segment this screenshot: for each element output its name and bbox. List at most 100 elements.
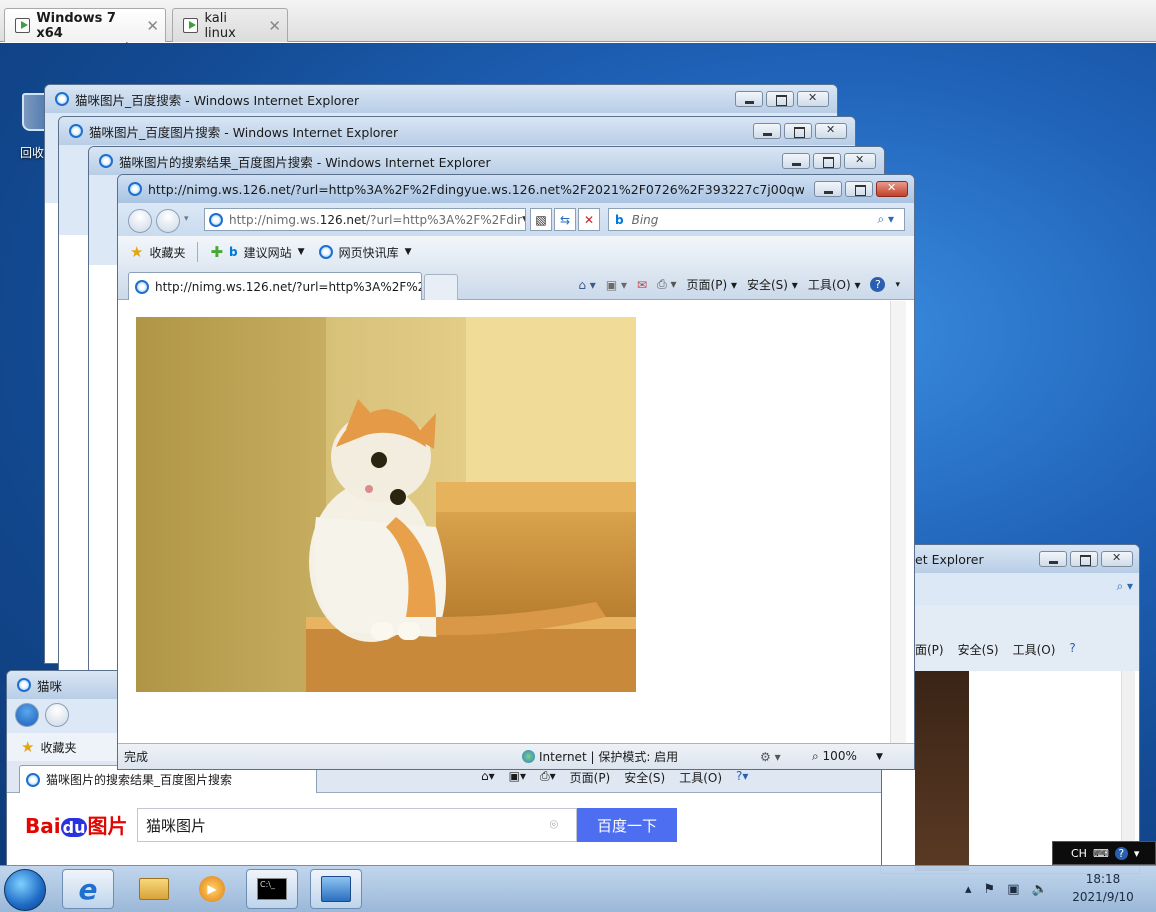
help-icon[interactable]: ? — [1114, 846, 1128, 860]
tab-current[interactable]: http://nimg.ws.126.net/?url=http%3A%2F%2… — [128, 272, 422, 300]
clock[interactable]: 18:18 2021/9/10 — [1068, 870, 1138, 906]
chevron-down-icon[interactable]: ▼ — [405, 247, 412, 257]
mail-icon[interactable]: ✉ — [637, 278, 647, 292]
feeds-icon[interactable]: ▣▾ — [509, 769, 526, 786]
help-icon[interactable]: ?▾ — [736, 769, 748, 786]
vertical-scrollbar[interactable] — [890, 301, 906, 744]
maximize-button[interactable] — [1070, 551, 1098, 567]
minimize-button[interactable] — [814, 181, 842, 197]
globe-icon — [522, 750, 535, 763]
start-button[interactable] — [4, 869, 46, 911]
taskbar-media-player-button[interactable]: ▶ — [186, 869, 238, 909]
safety-menu[interactable]: 安全(S) — [958, 641, 999, 658]
safety-menu[interactable]: 安全(S) ▾ — [747, 276, 798, 293]
add-favorites-icon[interactable]: ✚ — [210, 243, 223, 261]
camera-icon[interactable]: ⌾ — [550, 817, 558, 833]
new-tab-button[interactable] — [424, 274, 458, 300]
search-icon[interactable]: ⌕ ▾ — [877, 212, 894, 227]
vm-tab-kali[interactable]: kali linux ✕ — [172, 8, 288, 42]
vm-tab-windows7[interactable]: Windows 7 x64 ✕ — [4, 8, 166, 42]
help-icon[interactable]: ? — [870, 277, 886, 292]
taskbar-network-button[interactable] — [310, 869, 362, 909]
security-zone[interactable]: Internet | 保护模式: 启用 — [522, 748, 678, 765]
zoom-control[interactable]: ⌕ 100% — [812, 749, 857, 764]
ie-window-right[interactable]: et Explorer ⌕ ▾ 面(P) 安全(S) 工具(O) ? — [880, 544, 1140, 874]
favorites-button[interactable]: 收藏夹 — [149, 244, 185, 261]
zoom-dropdown[interactable]: ▼ — [876, 752, 883, 762]
taskbar-cmd-button[interactable]: C:\_ — [246, 869, 298, 909]
forward-button[interactable] — [45, 703, 69, 727]
close-button[interactable] — [1101, 551, 1133, 567]
page-menu[interactable]: 页面(P) — [570, 769, 611, 786]
baidu-search-area: Bai du 图片 猫咪图片 ⌾ 百度一下 — [7, 794, 877, 854]
address-bar[interactable]: http://nimg.ws. 126.net/?url=http%3A%2F%2… — [204, 208, 526, 231]
action-center-flag-icon[interactable]: ⚑ — [984, 882, 996, 897]
print-icon[interactable]: ⎙ ▾ — [657, 277, 676, 292]
recent-pages-dropdown[interactable]: ▾ — [184, 214, 189, 224]
safety-menu[interactable]: 安全(S) — [624, 769, 665, 786]
address-dropdown[interactable]: ▼ — [522, 215, 525, 225]
close-button[interactable] — [876, 181, 908, 197]
tools-menu[interactable]: 工具(O) — [679, 769, 722, 786]
search-icon[interactable]: ⌕ ▾ — [1116, 579, 1133, 594]
chevron-down-icon[interactable]: ▼ — [298, 247, 305, 257]
taskbar-explorer-button[interactable] — [128, 869, 180, 909]
page-menu[interactable]: 页面(P) ▾ — [687, 276, 737, 293]
close-button[interactable] — [815, 123, 847, 139]
tools-menu[interactable]: 工具(O) ▾ — [808, 276, 861, 293]
close-icon[interactable]: ✕ — [268, 17, 281, 35]
language-bar[interactable]: CH ⌨ ? ▾ — [1052, 841, 1156, 865]
favorites-label[interactable]: 收藏夹 — [40, 739, 76, 756]
ie-window-main[interactable]: http://nimg.ws.126.net/?url=http%3A%2F%2… — [117, 174, 915, 770]
favorites-star-icon[interactable]: ★ — [130, 243, 143, 261]
window-title: 猫咪 — [37, 678, 63, 694]
back-button[interactable] — [15, 703, 39, 727]
minimize-button[interactable] — [753, 123, 781, 139]
back-button[interactable] — [128, 209, 152, 233]
network-tray-icon[interactable]: ▣ — [1007, 882, 1019, 897]
feeds-icon[interactable]: ▣ ▾ — [606, 278, 627, 292]
stop-icon[interactable]: ✕ — [578, 208, 600, 231]
suggested-sites-button[interactable]: 建议网站 — [244, 244, 292, 261]
volume-icon[interactable]: 🔈 — [1031, 882, 1047, 897]
minimize-button[interactable] — [1039, 551, 1067, 567]
close-button[interactable] — [797, 91, 829, 107]
baidu-search-button[interactable]: 百度一下 — [577, 808, 677, 842]
tools-menu[interactable]: 工具(O) — [1013, 641, 1056, 658]
maximize-button[interactable] — [766, 91, 794, 107]
maximize-button[interactable] — [813, 153, 841, 169]
maximize-button[interactable] — [784, 123, 812, 139]
close-icon[interactable]: ✕ — [146, 17, 159, 35]
options-icon[interactable]: ▾ — [1134, 847, 1140, 860]
print-icon[interactable]: ⎙▾ — [540, 769, 556, 786]
baidu-search-input[interactable]: 猫咪图片 ⌾ — [137, 808, 577, 842]
minimize-button[interactable] — [782, 153, 810, 169]
help-icon[interactable]: ? — [1069, 641, 1075, 658]
close-button[interactable] — [844, 153, 876, 169]
clock-time: 18:18 — [1085, 872, 1121, 886]
clock-date: 2021/9/10 — [1072, 890, 1134, 904]
compatibility-view-icon[interactable]: ▧ — [530, 208, 552, 231]
forward-button[interactable] — [156, 209, 180, 233]
maximize-button[interactable] — [845, 181, 873, 197]
home-icon[interactable]: ⌂▾ — [481, 769, 495, 786]
popup-blocker-icon[interactable]: ⚙ ▾ — [760, 750, 781, 764]
keyboard-icon[interactable]: ⌨ — [1093, 847, 1109, 860]
search-input[interactable]: b Bing ⌕ ▾ — [608, 208, 905, 231]
web-slice-gallery-button[interactable]: 网页快讯库 — [339, 244, 399, 261]
home-icon[interactable]: ⌂ ▾ — [578, 278, 595, 292]
taskbar-ie-button[interactable]: e — [62, 869, 114, 909]
favorites-star-icon[interactable]: ★ — [21, 738, 34, 756]
folder-icon — [139, 878, 169, 900]
cmd-icon: C:\_ — [257, 878, 287, 900]
page-menu[interactable]: 面(P) — [915, 641, 944, 658]
taskbar: e ▶ C:\_ ▴ ⚑ ▣ 🔈 18:18 2021/9/10 — [0, 865, 1156, 912]
refresh-icon[interactable]: ⇆ — [554, 208, 576, 231]
show-hidden-icons[interactable]: ▴ — [965, 882, 972, 897]
command-bar: ⌂ ▾ ▣ ▾ ✉ ⎙ ▾ 页面(P) ▾ 安全(S) ▾ 工具(O) ▾ ? ▾ — [578, 276, 900, 293]
navigation-bar: ▾ http://nimg.ws. 126.net/?url=http%3A%2F… — [118, 203, 914, 236]
window-title: 猫咪图片_百度图片搜索 - Windows Internet Explorer — [89, 124, 399, 140]
minimize-button[interactable] — [735, 91, 763, 107]
cat-image — [136, 317, 636, 692]
chevron-down-icon[interactable]: ▾ — [895, 280, 900, 290]
